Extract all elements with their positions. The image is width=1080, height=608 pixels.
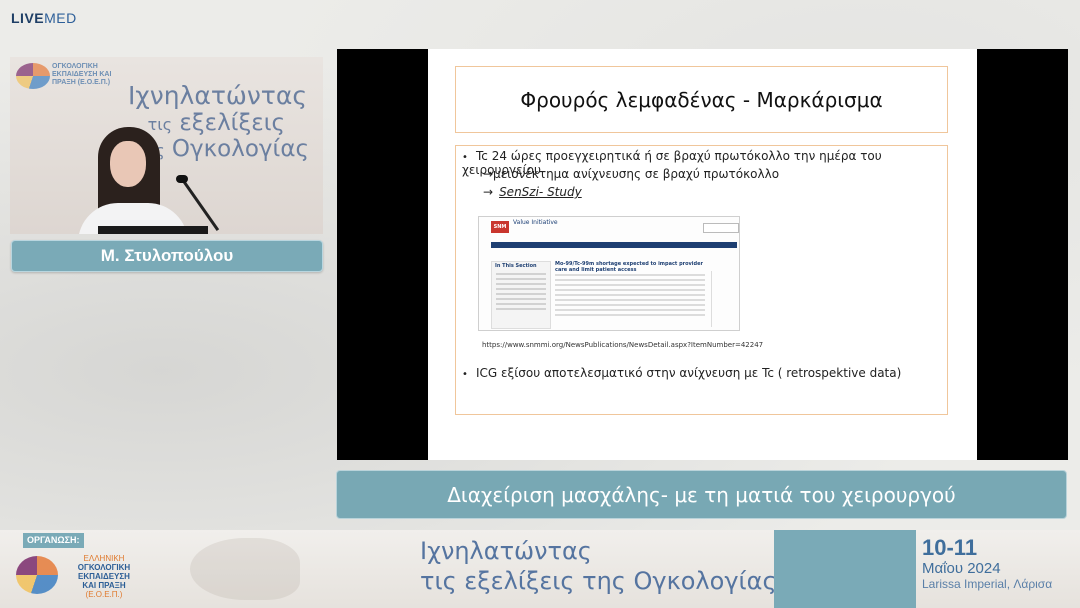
slide-subbullet: → SenSzi- Study	[483, 185, 582, 199]
microphone-icon	[176, 175, 188, 183]
website-right-column	[711, 271, 738, 327]
logo-med: MED	[44, 10, 77, 26]
value-initiative-text: Value Initiative	[513, 219, 558, 226]
slide-body: • Tc 24 ώρες προεγχειρητικά ή σε βραχύ πρ…	[455, 145, 948, 415]
organizer-swirl-icon	[16, 556, 58, 594]
slide-bullet: • ICG εξίσου αποτελεσματικό στην ανίχνευσ…	[462, 366, 902, 380]
website-screenshot: SNM MI Value Initiative In This Section …	[478, 216, 740, 331]
footer-event-title: Ιχνηλατώντας τις εξελίξεις της Ογκολογία…	[420, 537, 777, 595]
logo-live: LIVE	[11, 10, 45, 26]
study-link[interactable]: SenSzi- Study	[499, 185, 582, 199]
slide: Φρουρός λεμφαδένας - Μαρκάρισμα • Tc 24 ώ…	[428, 49, 977, 460]
slide-subbullet: →μειονέκτημα ανίχνευσης σε βραχύ πρωτόκο…	[483, 167, 780, 181]
presentation-frame: Φρουρός λεμφαδένας - Μαρκάρισμα • Tc 24 ώ…	[337, 49, 1068, 460]
livemed-logo: LIVEMED	[11, 10, 77, 26]
source-url: https://www.snmmi.org/NewsPublications/N…	[482, 341, 764, 349]
org-swirl-icon	[16, 63, 50, 89]
slide-title: Φρουρός λεμφαδένας - Μαρκάρισμα	[455, 66, 948, 133]
speaker-video: ΟΓΚΟΛΟΓΙΚΗ ΕΚΠΑΙΔΕΥΣΗ ΚΑΙ ΠΡΑΞΗ (Ε.Ο.Ε.Π…	[10, 57, 323, 234]
organizer-logo: ΕΛΛΗΝΙΚΗ ΟΓΚΟΛΟΓΙΚΗ ΕΚΠΑΙΔΕΥΣΗ ΚΑΙ ΠΡΑΞΗ…	[16, 554, 146, 604]
footer-accent-band	[774, 530, 916, 608]
session-topic-bar: Διαχείριση μασχάλης- με τη ματιά του χει…	[336, 470, 1067, 519]
snmmi-logo: SNM MI	[491, 221, 509, 242]
speaker-name: Μ. Στυλοπούλου	[11, 240, 323, 272]
footer-banner: ΟΡΓΑΝΩΣΗ: ΕΛΛΗΝΙΚΗ ΟΓΚΟΛΟΓΙΚΗ ΕΚΠΑΙΔΕΥΣΗ…	[0, 530, 1080, 608]
horse-sketch-image	[190, 538, 300, 600]
event-date: 10-11 Μαΐου 2024 Larissa Imperial, Λάρισ…	[922, 535, 1053, 592]
website-article-text	[555, 271, 705, 319]
organizer-label: ΟΡΓΑΝΩΣΗ:	[23, 533, 84, 548]
org-logo-text: ΟΓΚΟΛΟΓΙΚΗ ΕΚΠΑΙΔΕΥΣΗ ΚΑΙ ΠΡΑΞΗ (Ε.Ο.Ε.Π…	[52, 63, 112, 86]
backdrop-title-line1: Ιχνηλατώντας	[127, 81, 307, 110]
laptop	[98, 226, 208, 234]
website-nav-bar	[491, 242, 737, 248]
speaker-org-logo: ΟΓΚΟΛΟΓΙΚΗ ΕΚΠΑΙΔΕΥΣΗ ΚΑΙ ΠΡΑΞΗ (Ε.Ο.Ε.Π…	[16, 63, 126, 103]
website-sidebar: In This Section	[491, 261, 551, 329]
search-box	[703, 223, 739, 233]
